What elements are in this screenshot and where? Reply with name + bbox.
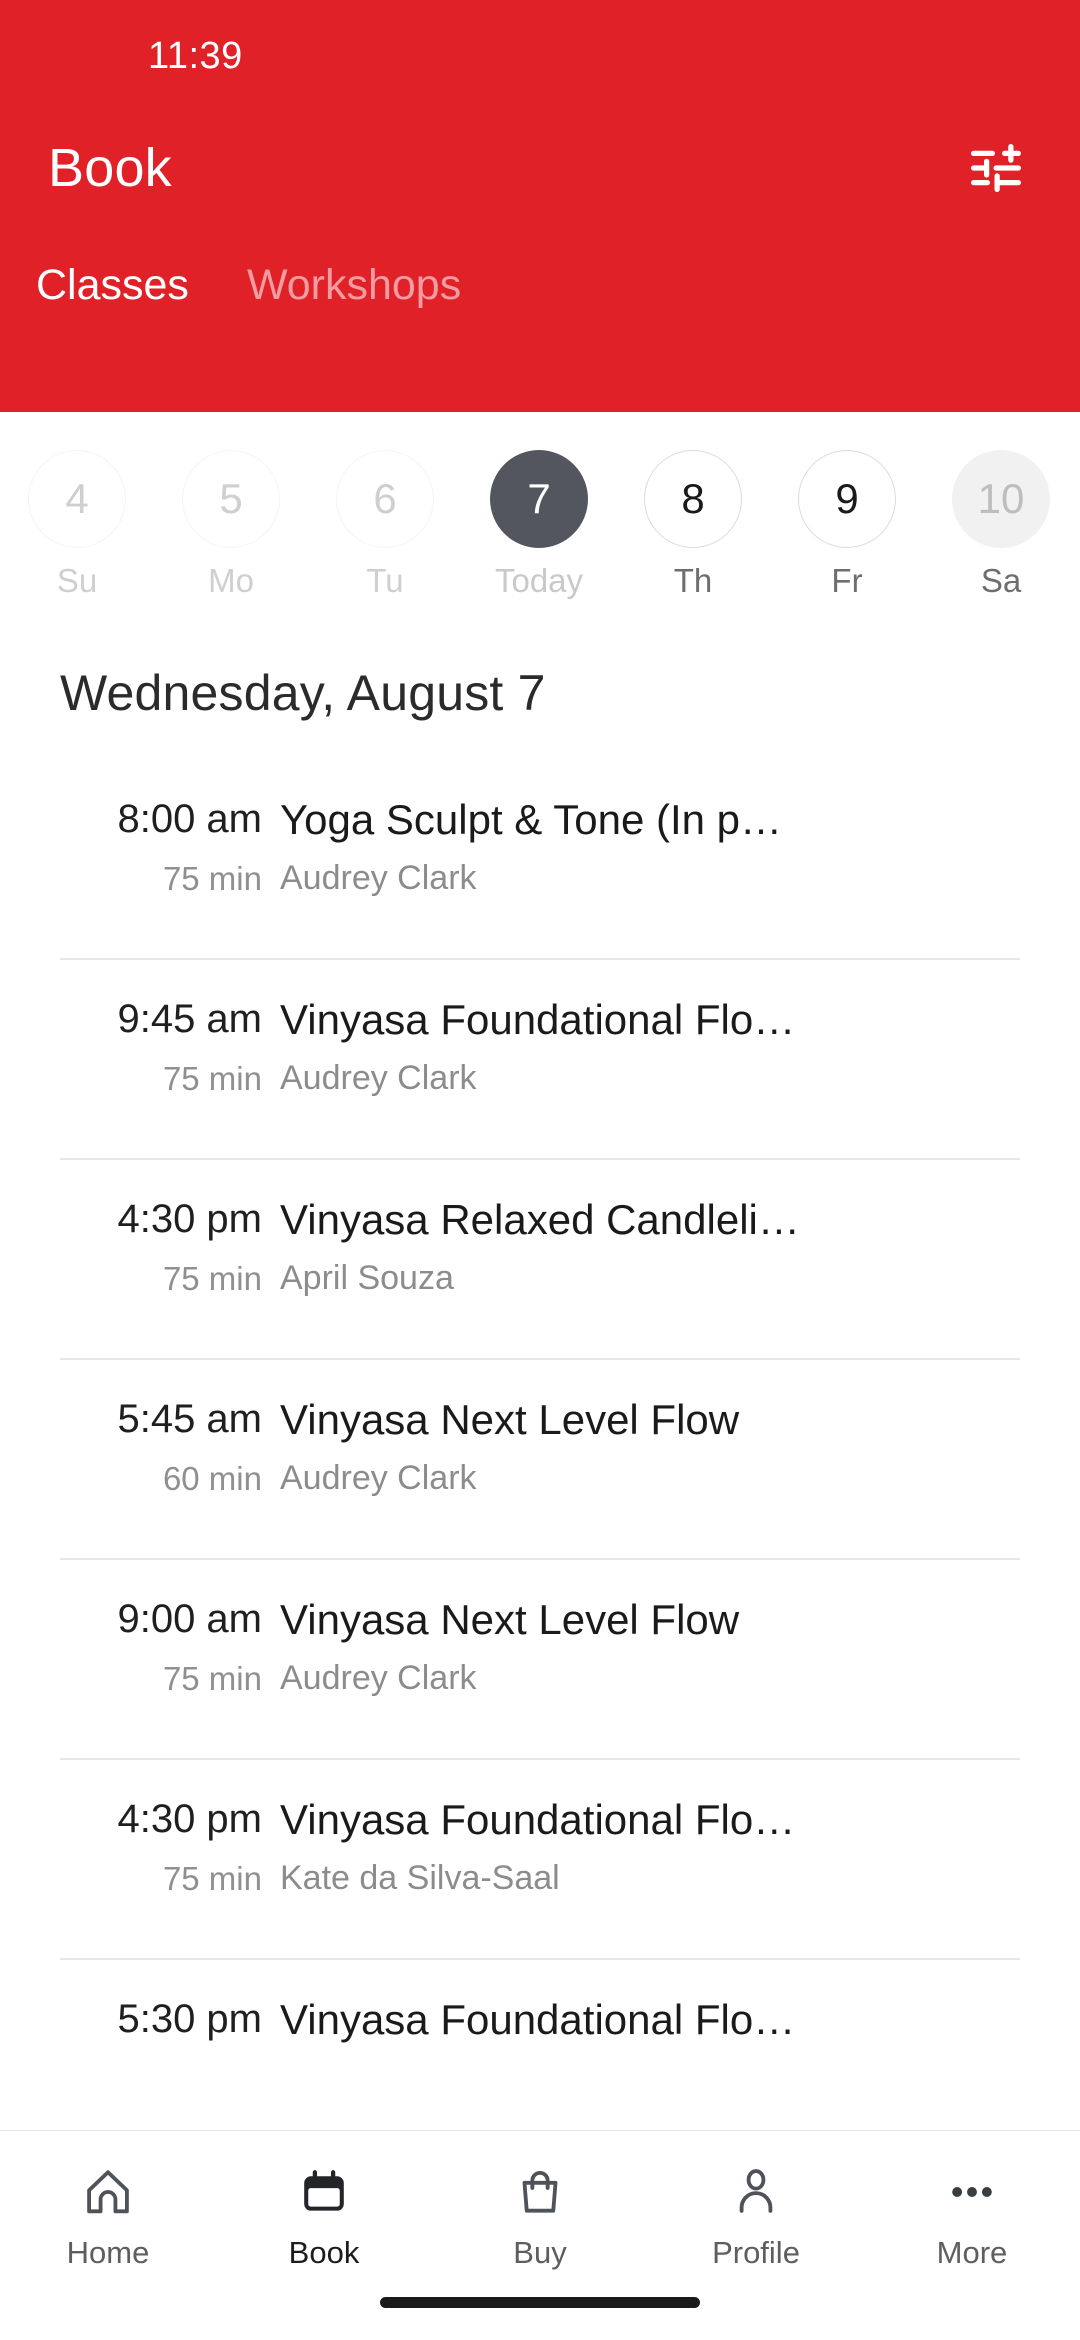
class-name: Vinyasa Foundational Flo… (280, 996, 796, 1043)
header-tabs: Classes Workshops (0, 224, 1080, 344)
nav-item-more[interactable]: More (864, 2161, 1080, 2268)
class-time-column: 4:30 pm 75 min (0, 1196, 280, 1297)
class-duration: 75 min (162, 860, 262, 898)
class-time-column: 9:00 am 75 min (0, 1596, 280, 1697)
class-list-item[interactable]: 4:30 pm 75 min Vinyasa Relaxed Candleli…… (0, 1158, 1080, 1358)
nav-item-profile[interactable]: Profile (648, 2161, 864, 2268)
class-info-column: Vinyasa Relaxed Candleli… April Souza (280, 1196, 1080, 1297)
class-duration: 75 min (162, 1660, 262, 1698)
date-cell-7-selected[interactable]: 7 Today (462, 450, 616, 597)
day-heading: Wednesday, August 7 (60, 665, 546, 721)
date-weekday-label: Today (494, 562, 584, 599)
class-teacher: Audrey Clark (280, 1459, 477, 1497)
tab-classes[interactable]: Classes (36, 261, 189, 344)
nav-label: Home (66, 2235, 150, 2270)
class-time-column: 4:30 pm 75 min (0, 1796, 280, 1897)
nav-item-book[interactable]: Book (216, 2161, 432, 2268)
class-list-item[interactable]: 8:00 am 75 min Yoga Sculpt & Tone (In p…… (0, 758, 1080, 958)
date-circle[interactable]: 10 (952, 450, 1050, 548)
class-list-item[interactable]: 9:45 am 75 min Vinyasa Foundational Flo…… (0, 958, 1080, 1158)
date-weekday-label: Mo (208, 562, 254, 599)
app-screen: 11:39 Book Classes Workshops 4 Su 5 Mo 6… (0, 0, 1080, 2340)
app-header: 11:39 Book Classes Workshops (0, 0, 1080, 412)
date-cell-5[interactable]: 5 Mo (154, 450, 308, 597)
class-teacher: April Souza (280, 1259, 454, 1297)
bag-icon (513, 2161, 567, 2223)
date-circle[interactable]: 8 (644, 450, 742, 548)
date-cell-9[interactable]: 9 Fr (770, 450, 924, 597)
nav-item-home[interactable]: Home (0, 2161, 216, 2268)
class-duration: 75 min (162, 1260, 262, 1298)
class-list-item[interactable]: 5:30 pm Vinyasa Foundational Flo… (0, 1958, 1080, 2130)
class-list[interactable]: 8:00 am 75 min Yoga Sculpt & Tone (In p…… (0, 758, 1080, 2130)
class-teacher: Audrey Clark (280, 1059, 477, 1097)
class-info-column: Vinyasa Next Level Flow Audrey Clark (280, 1396, 1080, 1497)
ellipsis-icon (945, 2161, 999, 2223)
class-time: 4:30 pm (117, 1797, 262, 1841)
tab-workshops[interactable]: Workshops (247, 261, 461, 344)
date-circle[interactable]: 6 (336, 450, 434, 548)
class-time-column: 5:45 am 60 min (0, 1396, 280, 1497)
class-list-item[interactable]: 5:45 am 60 min Vinyasa Next Level Flow A… (0, 1358, 1080, 1558)
class-name: Vinyasa Next Level Flow (280, 1596, 740, 1643)
nav-item-buy[interactable]: Buy (432, 2161, 648, 2268)
status-bar: 11:39 (0, 0, 1080, 112)
class-name: Vinyasa Foundational Flo… (280, 1996, 796, 2043)
person-icon (729, 2161, 783, 2223)
date-weekday-label: Sa (980, 562, 1022, 599)
date-weekday-label: Tu (366, 562, 404, 599)
date-weekday-label: Th (673, 562, 713, 599)
calendar-icon (297, 2161, 351, 2223)
class-time-column: 8:00 am 75 min (0, 796, 280, 897)
date-circle-selected[interactable]: 7 (490, 450, 588, 548)
date-circle[interactable]: 5 (182, 450, 280, 548)
class-time: 4:30 pm (117, 1197, 262, 1241)
class-list-item[interactable]: 4:30 pm 75 min Vinyasa Foundational Flo…… (0, 1758, 1080, 1958)
date-circle[interactable]: 4 (28, 450, 126, 548)
class-duration: 75 min (162, 1060, 262, 1098)
nav-label: Book (288, 2235, 360, 2270)
class-info-column: Yoga Sculpt & Tone (In p… Audrey Clark (280, 796, 1080, 897)
class-info-column: Vinyasa Foundational Flo… Audrey Clark (280, 996, 1080, 1097)
status-bar-clock: 11:39 (148, 34, 243, 77)
nav-label: More (936, 2235, 1008, 2270)
date-cell-6[interactable]: 6 Tu (308, 450, 462, 597)
class-duration: 60 min (162, 1460, 262, 1498)
class-time: 9:00 am (117, 1597, 262, 1641)
nav-label: Buy (513, 2235, 567, 2270)
bottom-navigation-bar: Home Book Buy Profile More (0, 2130, 1080, 2340)
class-time: 5:45 am (117, 1397, 262, 1441)
sliders-icon[interactable] (960, 132, 1032, 204)
date-picker-strip[interactable]: 4 Su 5 Mo 6 Tu 7 Today 8 Th 9 Fr 10 Sa (0, 412, 1080, 628)
class-time: 5:30 pm (117, 1997, 262, 2041)
date-weekday-label: Su (56, 562, 98, 599)
page-title: Book (48, 138, 172, 198)
class-list-item[interactable]: 9:00 am 75 min Vinyasa Next Level Flow A… (0, 1558, 1080, 1758)
class-time-column: 9:45 am 75 min (0, 996, 280, 1097)
class-time: 8:00 am (117, 797, 262, 841)
date-cell-4[interactable]: 4 Su (0, 450, 154, 597)
class-info-column: Vinyasa Foundational Flo… Kate da Silva-… (280, 1796, 1080, 1897)
class-duration: 75 min (162, 1860, 262, 1898)
class-name: Vinyasa Relaxed Candleli… (280, 1196, 800, 1243)
header-title-row: Book (0, 112, 1080, 224)
class-info-column: Vinyasa Next Level Flow Audrey Clark (280, 1596, 1080, 1697)
class-teacher: Kate da Silva-Saal (280, 1859, 560, 1897)
home-icon (81, 2161, 135, 2223)
class-name: Yoga Sculpt & Tone (In p… (280, 796, 783, 843)
class-teacher: Audrey Clark (280, 859, 477, 897)
date-cell-10[interactable]: 10 Sa (924, 450, 1078, 597)
class-info-column: Vinyasa Foundational Flo… (280, 1996, 1080, 2060)
home-indicator (380, 2297, 700, 2308)
date-weekday-label: Fr (831, 562, 863, 599)
class-name: Vinyasa Foundational Flo… (280, 1796, 796, 1843)
class-time: 9:45 am (117, 997, 262, 1041)
class-name: Vinyasa Next Level Flow (280, 1396, 740, 1443)
nav-label: Profile (712, 2235, 800, 2270)
class-time-column: 5:30 pm (0, 1996, 280, 2061)
date-circle[interactable]: 9 (798, 450, 896, 548)
class-teacher: Audrey Clark (280, 1659, 477, 1697)
date-cell-8[interactable]: 8 Th (616, 450, 770, 597)
